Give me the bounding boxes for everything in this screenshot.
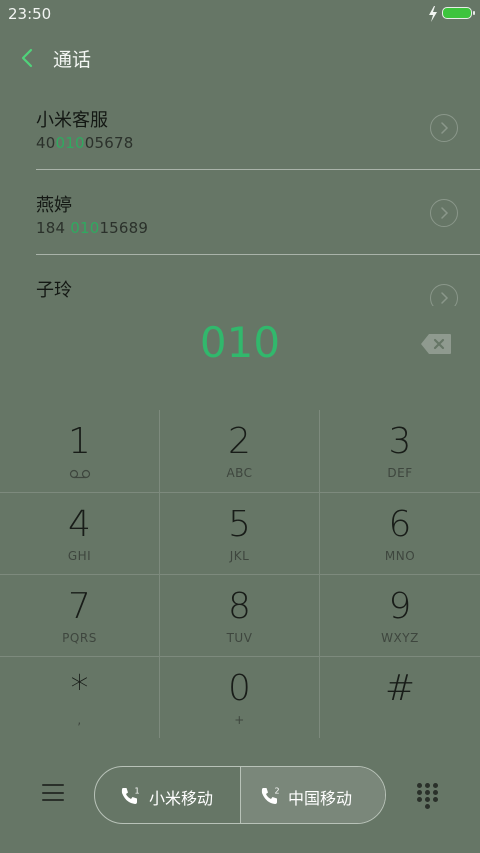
contact-name: 燕婷	[36, 195, 72, 216]
contact-row[interactable]: 燕婷 184 01015689	[0, 171, 480, 255]
contact-number: 184 01015689	[36, 219, 149, 237]
key-7[interactable]: 7 PQRS	[0, 574, 160, 656]
call-sim2-button[interactable]: 2 中国移动	[240, 767, 385, 823]
contact-detail-button[interactable]	[430, 284, 458, 306]
menu-icon[interactable]	[42, 784, 64, 802]
contact-row[interactable]: 子玲	[0, 256, 480, 306]
backspace-icon[interactable]	[420, 333, 452, 355]
back-arrow-icon[interactable]	[16, 46, 40, 70]
key-6[interactable]: 6 MNO	[320, 492, 480, 574]
voicemail-icon	[69, 469, 90, 479]
key-1[interactable]: 1	[0, 410, 160, 492]
phone-icon: 2	[261, 787, 280, 804]
key-3[interactable]: 3 DEF	[320, 410, 480, 492]
phone-icon: 1	[121, 787, 140, 804]
contact-name: 小米客服	[36, 110, 108, 131]
sim1-label: 小米移动	[149, 789, 214, 808]
sim2-label: 中国移动	[288, 789, 353, 808]
key-4[interactable]: 4 GHI	[0, 492, 160, 574]
battery-icon	[442, 7, 475, 19]
status-time: 23:50	[8, 5, 52, 23]
status-bar: 23:50	[0, 0, 480, 28]
bolt-icon	[429, 6, 437, 22]
contact-name: 子玲	[36, 280, 72, 301]
chevron-right-icon	[441, 207, 449, 219]
key-star[interactable]: * ,	[0, 656, 160, 738]
header: 通话	[0, 36, 480, 80]
dialed-number: 010	[199, 318, 281, 367]
contact-row[interactable]: 小米客服 4001005678	[0, 86, 480, 170]
chevron-right-icon	[441, 122, 449, 134]
key-5[interactable]: 5 JKL	[160, 492, 320, 574]
contact-detail-button[interactable]	[430, 199, 458, 227]
divider	[36, 169, 480, 170]
key-0[interactable]: 0 +	[160, 656, 320, 738]
page-title: 通话	[53, 49, 92, 71]
dialpad: 1 2 ABC 3 DEF 4 GHI 5 JKL 6 MNO 7 PQRS 8…	[0, 410, 480, 738]
key-8[interactable]: 8 TUV	[160, 574, 320, 656]
svg-text:1: 1	[135, 787, 140, 796]
call-sim1-button[interactable]: 1 小米移动	[95, 767, 240, 823]
sim-call-buttons: 1 小米移动 2 中国移动	[94, 766, 386, 824]
contact-number: 4001005678	[36, 134, 134, 152]
key-9[interactable]: 9 WXYZ	[320, 574, 480, 656]
dialpad-icon[interactable]	[417, 783, 439, 809]
chevron-right-icon	[441, 292, 449, 304]
key-2[interactable]: 2 ABC	[160, 410, 320, 492]
contact-detail-button[interactable]	[430, 114, 458, 142]
divider	[36, 254, 480, 255]
svg-text:2: 2	[275, 787, 280, 796]
key-hash[interactable]: #	[320, 656, 480, 738]
bottom-bar: 1 小米移动 2 中国移动	[0, 738, 480, 853]
